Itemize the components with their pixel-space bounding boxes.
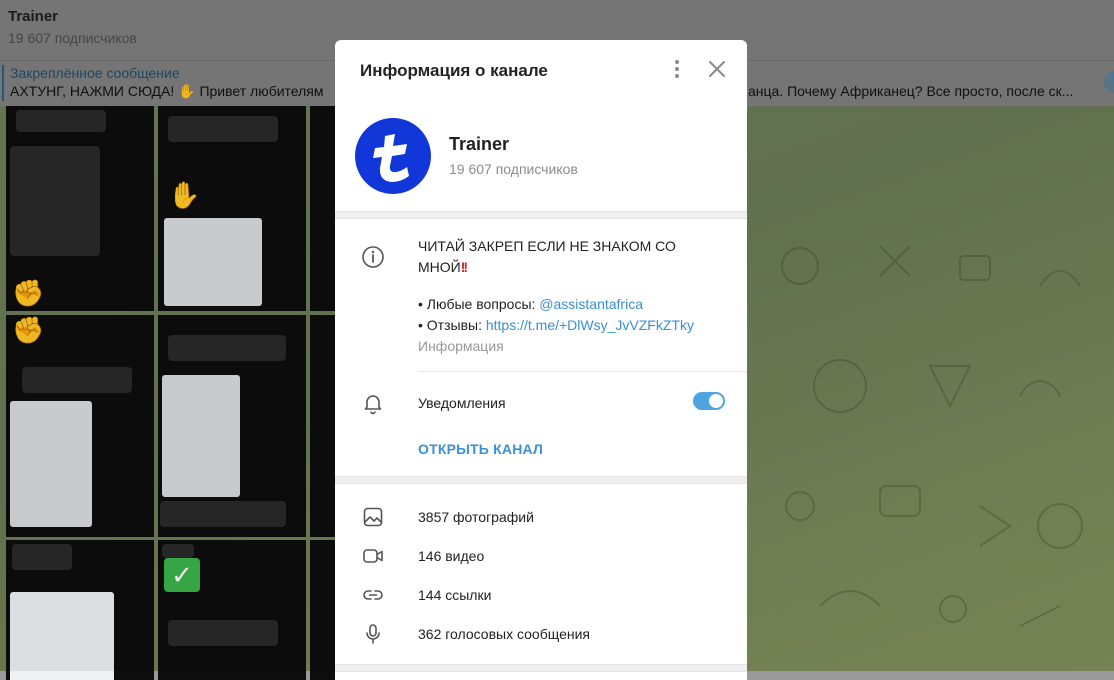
channel-description: ЧИТАЙ ЗАКРЕП ЕСЛИ НЕ ЗНАКОМ СО МНОЙ!! [418,238,676,275]
notifications-label: Уведомления [418,395,506,411]
notifications-toggle[interactable] [693,392,725,410]
stat-photos[interactable]: 3857 фотографий [418,509,534,525]
toggle-knob [709,394,723,408]
photo-icon [363,507,383,527]
channel-subscribers: 19 607 подписчиков [449,161,578,177]
channel-name: Trainer [449,134,510,154]
channel-avatar[interactable] [355,118,431,194]
section-divider [335,211,747,219]
assistant-username-link[interactable]: @assistantafrica [539,296,643,312]
open-channel-button[interactable]: ОТКРЫТЬ КАНАЛ [418,441,543,457]
section-divider [335,476,747,484]
dialog-title: Информация о канале [360,61,548,80]
more-options-icon[interactable] [667,58,687,80]
close-icon[interactable] [706,58,728,80]
stat-links[interactable]: 144 ссылки [418,587,491,603]
reviews-line: • Отзывы: https://t.me/+DlWsy_JvVZFkZTky [418,317,694,333]
info-icon [362,246,384,268]
reviews-invite-link[interactable]: https://t.me/+DlWsy_JvVZFkZTky [486,317,694,333]
bell-icon [364,395,382,415]
mic-icon [366,624,380,644]
double-exclamation-icon: !! [460,259,468,275]
channel-logo-icon [373,134,409,182]
stat-voice-messages[interactable]: 362 голосовых сообщения [418,626,590,642]
video-icon [363,549,383,563]
link-icon [363,590,383,600]
info-caption: Информация [418,338,504,354]
divider-line [418,371,747,372]
stat-videos[interactable]: 146 видео [418,548,484,564]
channel-info-dialog: Информация о канале Trainer 19 607 подпи… [335,40,747,680]
questions-line: • Любые вопросы: @assistantafrica [418,296,643,312]
